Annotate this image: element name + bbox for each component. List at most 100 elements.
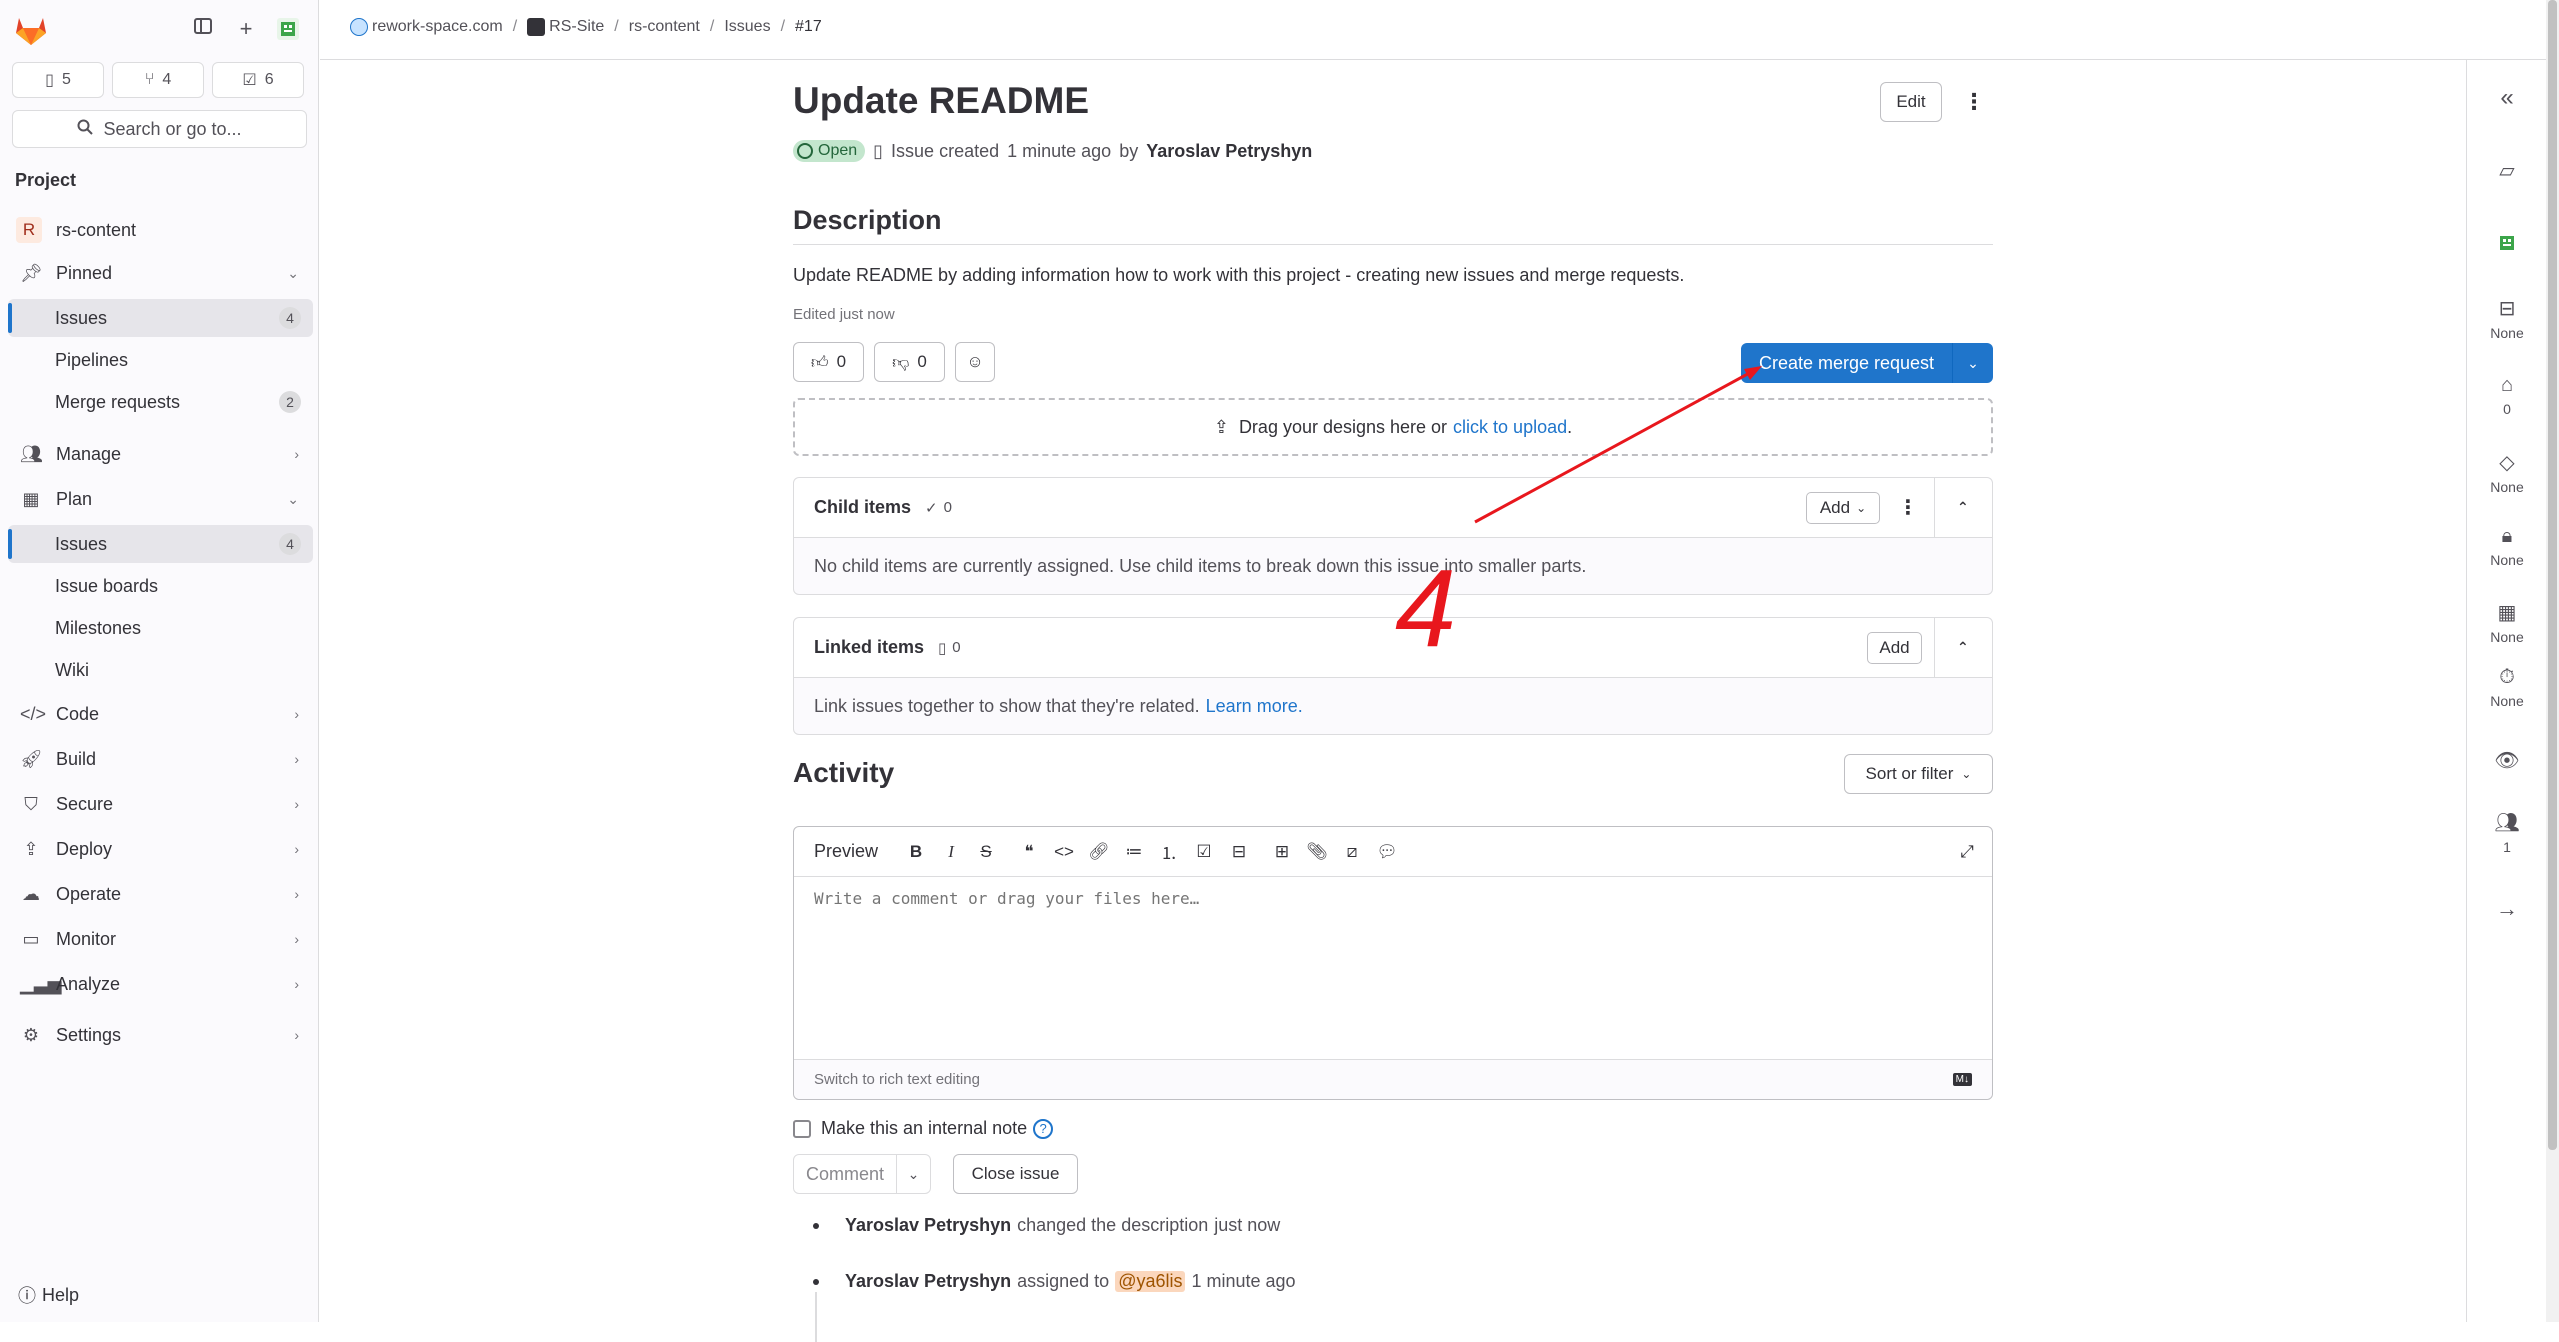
chevron-right-icon: › (294, 976, 299, 992)
activity-user-link[interactable]: Yaroslav Petryshyn (845, 1215, 1011, 1236)
sort-filter-button[interactable]: Sort or filter ⌄ (1844, 754, 1993, 794)
breadcrumb-item-group[interactable]: rework-space.com (350, 18, 503, 36)
breadcrumb-item-project[interactable]: rs-content (629, 18, 700, 36)
more-actions-icon[interactable]: ⋮ (1959, 82, 1989, 122)
assigned-issues-button[interactable]: ▯ 5 (12, 62, 104, 98)
move-issue-icon[interactable]: → (2467, 896, 2547, 922)
switch-editor-link[interactable]: Switch to rich text editing (814, 1071, 980, 1088)
italic-icon[interactable]: I (940, 842, 962, 862)
child-more-icon[interactable]: ⋮ (1898, 495, 1918, 520)
fullscreen-icon[interactable]: ⤢ (1956, 842, 1978, 862)
breadcrumb-item-current[interactable]: #17 (795, 18, 822, 36)
time-tracking-field[interactable]: ⏱︎ None (2467, 666, 2547, 709)
link-icon[interactable]: 🔗︎ (1088, 842, 1110, 862)
epic-field[interactable]: ⊟ None (2467, 296, 2547, 341)
iteration-field[interactable]: 🔒︎ None (2467, 525, 2547, 568)
comment-template-icon[interactable]: 💬︎ (1376, 842, 1398, 862)
todos-button[interactable]: ☑ 6 (212, 62, 304, 98)
comment-textarea[interactable] (812, 879, 1972, 1049)
assignee-avatar-icon[interactable] (2467, 230, 2547, 259)
participants-field[interactable]: 👥︎ 1 (2467, 810, 2547, 855)
sidebar-item-operate[interactable]: ☁︎ Operate › (8, 875, 313, 913)
plus-icon[interactable]: + (233, 16, 259, 42)
milestone-field[interactable]: ◇ None (2467, 450, 2547, 495)
create-merge-request-button[interactable]: Create merge request ⌄ (1741, 343, 1993, 383)
collapsible-icon[interactable]: ⊟ (1228, 842, 1250, 862)
sidebar-item-monitor[interactable]: ▭ Monitor › (8, 920, 313, 958)
chevron-right-icon: › (294, 706, 299, 722)
gitlab-logo[interactable] (14, 14, 48, 46)
strikethrough-icon[interactable]: S (975, 842, 997, 862)
chevron-up-icon[interactable]: ⌃ (1957, 639, 1969, 656)
attach-icon[interactable]: 📎︎ (1306, 842, 1328, 862)
timeline-dot (813, 1222, 819, 1229)
due-date-field[interactable]: ▦ None (2467, 600, 2547, 645)
labels-field[interactable]: ⌂ 0 (2467, 374, 2547, 417)
design-dropzone[interactable]: ⇪ Drag your designs here or click to upl… (793, 398, 1993, 456)
breadcrumb-item-subgroup[interactable]: RS-Site (527, 18, 604, 36)
upload-link[interactable]: click to upload (1453, 417, 1567, 438)
sidebar-item-project[interactable]: R rs-content (8, 211, 313, 249)
sidebar-item-plan[interactable]: ▦ Plan ⌄ (8, 480, 313, 518)
sidebar-item-plan-issues[interactable]: Issues 4 (8, 525, 313, 563)
sidebar-item-deploy[interactable]: ⇪ Deploy › (8, 830, 313, 868)
code-icon[interactable]: <> (1053, 842, 1075, 862)
close-issue-button[interactable]: Close issue (953, 1154, 1078, 1194)
sidebar-item-milestones[interactable]: Milestones (8, 609, 313, 647)
chevron-up-icon[interactable]: ⌃ (1957, 499, 1969, 516)
thumbs-up-button[interactable]: 👍︎ 0 (793, 342, 864, 382)
collapse-sidebar-icon[interactable]: « (2467, 84, 2547, 112)
page-scrollbar[interactable] (2546, 0, 2559, 1322)
quote-icon[interactable]: ❝ (1018, 842, 1040, 862)
bold-icon[interactable]: B (905, 842, 927, 862)
sidebar-item-settings[interactable]: ⚙︎ Settings › (8, 1016, 313, 1054)
add-reaction-button[interactable]: ☺ (955, 342, 995, 382)
sidebar-item-pipelines[interactable]: Pipelines (8, 341, 313, 379)
sidebar-item-manage[interactable]: 👥︎ Manage › (8, 435, 313, 473)
sidebar-item-build[interactable]: 🚀︎ Build › (8, 740, 313, 778)
task-list-icon[interactable]: ☑ (1193, 842, 1215, 862)
breadcrumb: rework-space.com / RS-Site / rs-content … (350, 18, 822, 36)
breadcrumb-item-issues[interactable]: Issues (724, 18, 770, 36)
thumbs-down-button[interactable]: 👎︎ 0 (874, 342, 945, 382)
numbered-list-icon[interactable]: ⒈ (1158, 839, 1180, 864)
edit-button[interactable]: Edit (1880, 82, 1942, 122)
deploy-icon: ⇪ (23, 838, 39, 859)
bullet-list-icon[interactable]: ≔ (1123, 842, 1145, 862)
preview-tab[interactable]: Preview (814, 841, 878, 862)
help-icon: ⓘ (18, 1286, 36, 1306)
confidentiality-field[interactable]: 👁︎ (2467, 748, 2547, 777)
sidebar-item-secure[interactable]: ⛉ Secure › (8, 785, 313, 823)
help-button[interactable]: ⓘ Help (18, 1282, 79, 1308)
help-icon[interactable]: ? (1033, 1118, 1054, 1139)
sidebar-item-analyze[interactable]: ▁▃▅ Analyze › (8, 965, 313, 1003)
slash-commands-icon[interactable]: ⧄ (1341, 842, 1363, 862)
author-link[interactable]: Yaroslav Petryshyn (1146, 141, 1312, 162)
chevron-down-icon[interactable]: ⌄ (897, 1154, 931, 1194)
sidebar-item-pinned-issues[interactable]: Issues 4 (8, 299, 313, 337)
markdown-icon: M↓ (1952, 1073, 1972, 1086)
internal-note-checkbox[interactable] (793, 1119, 811, 1138)
add-child-button[interactable]: Add ⌄ (1806, 492, 1880, 524)
scrollbar-thumb[interactable] (2548, 0, 2557, 1150)
search-button[interactable]: Search or go to... (12, 110, 307, 148)
sidebar-item-issue-boards[interactable]: Issue boards (8, 567, 313, 605)
learn-more-link[interactable]: Learn more. (1206, 696, 1303, 717)
activity-item: Yaroslav Petryshyn assigned to @ya6lis 1… (813, 1271, 1296, 1292)
sidebar-item-wiki[interactable]: Wiki (8, 651, 313, 689)
add-linked-button[interactable]: Add (1867, 632, 1922, 664)
sidebar-section-title: Project (15, 170, 77, 190)
sidebar-item-pinned[interactable]: 📌︎ Pinned ⌄ (8, 254, 313, 292)
child-items-card: Child items ✓ 0 Add ⌄ ⋮ ⌃ No child items … (793, 477, 1993, 595)
sidebar-item-merge-requests[interactable]: Merge requests 2 (8, 383, 313, 421)
chevron-down-icon[interactable]: ⌄ (1953, 355, 1993, 372)
comment-button[interactable]: Comment (793, 1154, 897, 1194)
user-avatar-icon[interactable] (275, 16, 301, 42)
todo-add-icon[interactable]: ▱ (2467, 158, 2547, 187)
merge-requests-button[interactable]: ⑂ 4 (112, 62, 204, 98)
toggle-sidebar-icon[interactable] (190, 16, 216, 42)
user-mention[interactable]: @ya6lis (1115, 1271, 1186, 1292)
table-icon[interactable]: ⊞ (1271, 842, 1293, 862)
activity-user-link[interactable]: Yaroslav Petryshyn (845, 1271, 1011, 1292)
sidebar-item-code[interactable]: </> Code › (8, 695, 313, 733)
